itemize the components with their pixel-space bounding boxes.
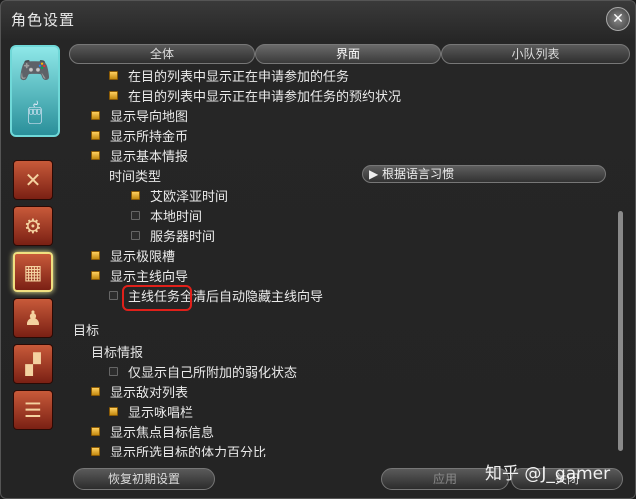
settings-list: 在目的列表中显示正在申请参加的任务 在目的列表中显示正在申请参加任务的预约状况 … (69, 65, 614, 457)
scrollbar-thumb[interactable] (618, 211, 623, 451)
radio[interactable] (131, 230, 140, 240)
close-button[interactable]: ✕ (606, 7, 630, 31)
checkbox[interactable] (91, 426, 100, 436)
list-item[interactable]: 显示敌对列表 (91, 381, 188, 401)
radio-option[interactable]: 服务器时间 (131, 225, 215, 245)
scrollbar[interactable] (617, 65, 625, 457)
checker-icon[interactable]: ▞ (13, 344, 53, 384)
annotation-highlight-box (122, 285, 192, 311)
mouse-icon[interactable]: 🖱 (12, 93, 58, 131)
checkbox[interactable] (109, 90, 118, 100)
checkbox[interactable] (91, 130, 100, 140)
list-item[interactable]: 显示咏唱栏 (109, 401, 193, 421)
checkbox[interactable] (91, 270, 100, 280)
character-settings-window: 角色设置 ✕ 🎮 🖱 ✕ ⚙ ▦ ♟ ▞ ☰ 全体 界面 小队列表 在目的列表中… (0, 0, 636, 499)
window-title: 角色设置 (11, 10, 76, 29)
gamepad-icon[interactable]: 🎮 (12, 51, 58, 91)
hud-icon[interactable]: ▦ (13, 252, 53, 292)
list-item[interactable]: 显示导向地图 (91, 105, 188, 125)
list-item[interactable]: 仅显示自己所附加的弱化状态 (109, 361, 297, 381)
list-item[interactable]: 显示主线向导 (91, 265, 188, 285)
gear-bag-icon[interactable]: ⚙ (13, 206, 53, 246)
list-item[interactable]: 显示基本情报 (91, 145, 188, 165)
checkbox[interactable] (91, 446, 100, 456)
list-item[interactable]: 显示所选目标的体力百分比 (91, 441, 266, 457)
chat-icon[interactable]: ☰ (13, 390, 53, 430)
settings-tabs: 全体 界面 小队列表 (69, 44, 630, 64)
checkbox[interactable] (91, 110, 100, 120)
checkbox[interactable] (91, 386, 100, 396)
radio-option[interactable]: 艾欧泽亚时间 (131, 185, 228, 205)
character-icon[interactable]: ♟ (13, 298, 53, 338)
checkbox[interactable] (91, 150, 100, 160)
checkbox[interactable] (109, 70, 118, 80)
checkbox[interactable] (91, 250, 100, 260)
radio[interactable] (131, 210, 140, 220)
section-heading: 目标 (73, 323, 100, 339)
title-bar: 角色设置 ✕ (1, 1, 635, 37)
list-item[interactable]: 在目的列表中显示正在申请参加的任务 (109, 65, 349, 85)
checkbox[interactable] (109, 406, 118, 416)
radio[interactable] (131, 190, 140, 200)
tab-party-list[interactable]: 小队列表 (441, 44, 630, 64)
crossed-swords-icon[interactable]: ✕ (13, 160, 53, 200)
input-device-group[interactable]: 🎮 🖱 (10, 45, 60, 137)
radio-option[interactable]: 本地时间 (131, 205, 202, 225)
list-item[interactable]: 显示极限槽 (91, 245, 175, 265)
watermark: 知乎 @J_gamer (485, 464, 611, 484)
section-label: 目标情报 (91, 345, 144, 361)
list-item[interactable]: 在目的列表中显示正在申请参加任务的预约状况 (109, 85, 401, 105)
section-label: 时间类型 (109, 169, 162, 185)
tab-general[interactable]: 全体 (69, 44, 255, 64)
checkbox[interactable] (109, 366, 118, 376)
list-item[interactable]: 显示所持金币 (91, 125, 188, 145)
list-item[interactable]: 显示焦点目标信息 (91, 421, 214, 441)
language-format-button[interactable]: ▶ 根据语言习惯 (362, 165, 606, 183)
checkbox[interactable] (109, 290, 118, 300)
tab-interface[interactable]: 界面 (255, 44, 441, 64)
reset-defaults-button[interactable]: 恢复初期设置 (73, 468, 215, 490)
